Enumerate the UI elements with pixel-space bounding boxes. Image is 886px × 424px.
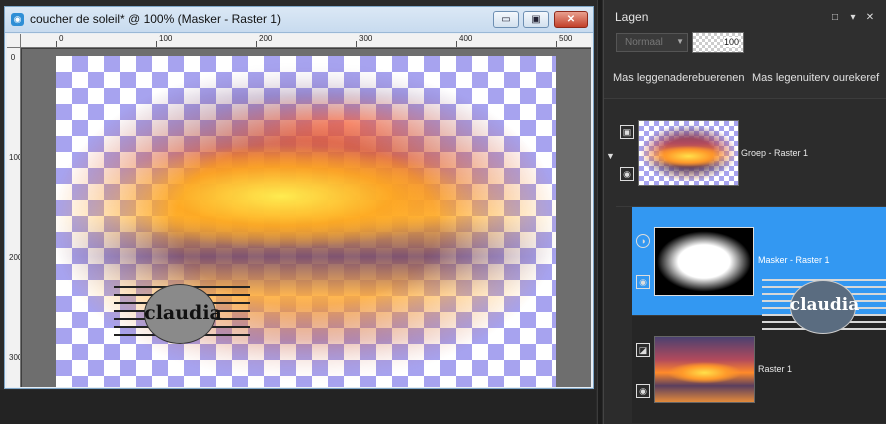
layer-thumbnail xyxy=(654,336,755,403)
horizontal-ruler[interactable]: 0 100 200 300 400 500 xyxy=(21,34,591,48)
panel-float-icon[interactable]: □ xyxy=(829,12,841,24)
mask-icon: ◑ xyxy=(636,234,650,248)
opacity-value: 100 xyxy=(723,37,739,47)
panel-splitter[interactable] xyxy=(597,0,602,424)
watermark-text: claudia xyxy=(789,295,860,315)
ruler-label: 0 xyxy=(59,34,64,43)
vertical-ruler[interactable]: 0 100 200 300 xyxy=(7,48,21,387)
panel-menu-icon[interactable]: ▾ xyxy=(847,12,859,24)
status-area xyxy=(0,390,596,424)
image-window-body: 0 100 200 300 400 500 0 100 200 300 xyxy=(7,34,591,387)
blend-mode-select[interactable]: Normaal ▼ xyxy=(616,33,688,52)
toolbar-button-right[interactable]: Mas legenuiterv ourekeref xyxy=(752,72,884,84)
chevron-down-icon: ▼ xyxy=(676,37,684,46)
ruler-tick xyxy=(456,41,457,47)
layer-list: ▼ ▣ ◉ Groep - Raster 1 ◑ ◉ Masker - Rast… xyxy=(604,98,886,424)
ruler-label: 500 xyxy=(559,34,573,43)
mask-thumbnail xyxy=(654,227,754,296)
image-window-title: coucher de soleil* @ 100% (Masker - Rast… xyxy=(30,12,281,26)
panel-title: Lagen xyxy=(615,10,649,24)
ruler-tick xyxy=(256,41,257,47)
ruler-tick xyxy=(156,41,157,47)
expand-arrow-icon[interactable]: ▼ xyxy=(606,151,615,161)
layer-name: Groep - Raster 1 xyxy=(741,148,809,158)
ruler-label: 0 xyxy=(10,53,16,62)
visibility-eye-icon[interactable]: ◉ xyxy=(620,167,634,181)
minimize-button[interactable]: ▭ xyxy=(493,11,519,28)
ruler-label: 200 xyxy=(259,34,273,43)
raster-icon: ◪ xyxy=(636,343,650,357)
watermark-logo: claudia xyxy=(762,276,886,338)
layers-panel: Lagen □ ▾ ✕ Normaal ▼ 100 Mas leggenader… xyxy=(603,0,886,424)
canvas-area[interactable]: claudia xyxy=(22,49,591,387)
ruler-corner xyxy=(7,34,21,48)
close-button[interactable]: ✕ xyxy=(554,11,588,28)
app-root: ◉ coucher de soleil* @ 100% (Masker - Ra… xyxy=(0,0,886,424)
blend-mode-value: Normaal xyxy=(625,37,663,48)
ruler-tick xyxy=(356,41,357,47)
ruler-label: 100 xyxy=(9,153,20,162)
image-window[interactable]: ◉ coucher de soleil* @ 100% (Masker - Ra… xyxy=(4,6,594,389)
maximize-button[interactable]: ▣ xyxy=(523,11,549,28)
ruler-label: 300 xyxy=(9,353,20,362)
app-icon: ◉ xyxy=(11,13,24,26)
layer-name: Raster 1 xyxy=(758,364,793,374)
ruler-label: 100 xyxy=(159,34,173,43)
panel-close-icon[interactable]: ✕ xyxy=(864,12,876,24)
ruler-tick xyxy=(56,41,57,47)
layer-thumbnail xyxy=(638,120,739,186)
ruler-tick xyxy=(556,41,557,47)
ruler-label: 200 xyxy=(9,253,20,262)
layer-row-group[interactable]: ▼ ▣ ◉ Groep - Raster 1 xyxy=(606,99,886,207)
layer-name: Masker - Raster 1 xyxy=(758,255,830,265)
canvas-image[interactable]: claudia xyxy=(56,56,556,387)
ruler-label: 300 xyxy=(359,34,373,43)
ruler-label: 400 xyxy=(459,34,473,43)
visibility-eye-icon[interactable]: ◉ xyxy=(636,275,650,289)
opacity-field[interactable]: 100 xyxy=(692,32,744,53)
visibility-eye-icon[interactable]: ◉ xyxy=(636,384,650,398)
toolbar-button-left[interactable]: Mas leggenaderebuerenen xyxy=(613,72,748,84)
group-icon: ▣ xyxy=(620,125,634,139)
watermark-logo: claudia xyxy=(114,282,252,346)
image-window-titlebar[interactable]: ◉ coucher de soleil* @ 100% (Masker - Ra… xyxy=(5,7,593,33)
watermark-text: claudia xyxy=(144,302,222,324)
